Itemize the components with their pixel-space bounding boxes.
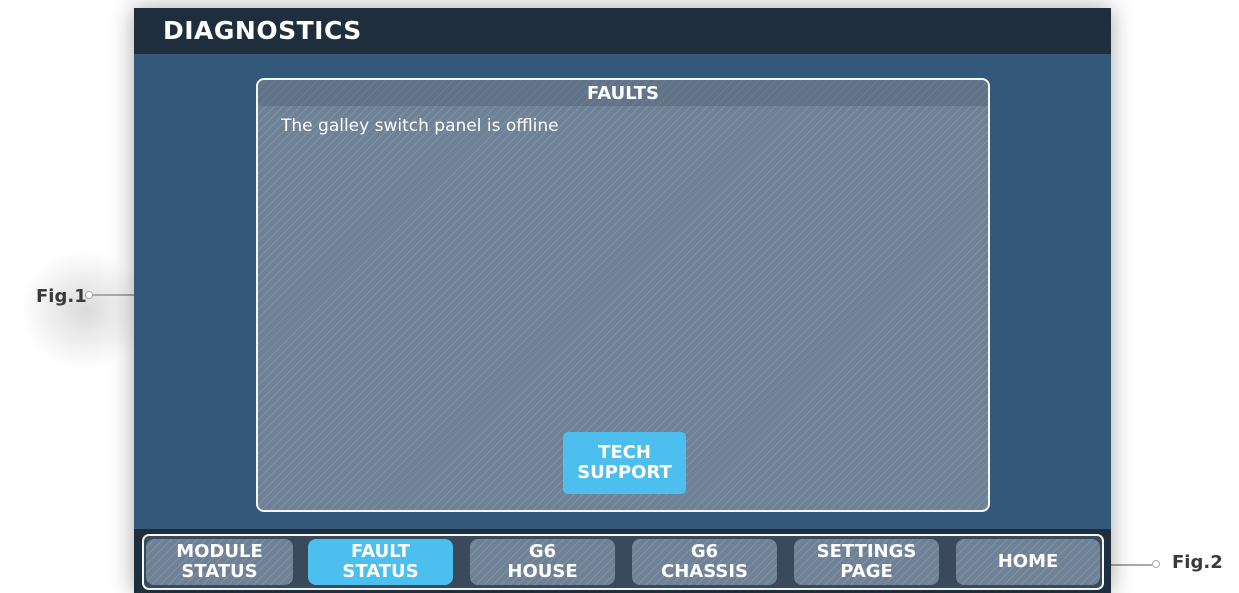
faults-header: FAULTS <box>258 80 988 106</box>
tech-support-label-line1: TECH <box>598 442 651 463</box>
nav-label-line1: MODULE <box>176 541 263 562</box>
fig2-callout-line <box>1104 564 1152 566</box>
faults-panel: FAULTS The galley switch panel is offlin… <box>256 78 990 512</box>
nav-module-status-button[interactable]: MODULE STATUS <box>146 539 293 585</box>
nav-settings-page-button[interactable]: SETTINGS PAGE <box>794 539 939 585</box>
nav-label-line1: G6 <box>690 541 719 562</box>
nav-label-line1: G6 <box>528 541 557 562</box>
fig2-callout-dot <box>1152 560 1160 568</box>
nav-label-line2: CHASSIS <box>661 561 748 582</box>
shadow-decoration <box>20 250 150 370</box>
faults-title: FAULTS <box>587 83 659 104</box>
tech-support-label-line2: SUPPORT <box>577 462 672 483</box>
nav-label-line1: FAULT <box>351 541 410 562</box>
header-bar: DIAGNOSTICS <box>134 8 1111 54</box>
fig1-label: Fig.1 <box>36 286 87 307</box>
footer-bar: MODULE STATUS FAULT STATUS G6 HOUSE G6 C… <box>134 529 1111 593</box>
nav-fault-status-button[interactable]: FAULT STATUS <box>308 539 453 585</box>
nav-label-line2: STATUS <box>342 561 419 582</box>
bottom-nav: MODULE STATUS FAULT STATUS G6 HOUSE G6 C… <box>142 534 1104 590</box>
fault-list-item: The galley switch panel is offline <box>281 116 559 136</box>
fig1-callout-dot <box>85 291 93 299</box>
diagnostics-screen: DIAGNOSTICS FAULTS The galley switch pan… <box>134 8 1111 593</box>
fig2-label: Fig.2 <box>1172 552 1223 573</box>
nav-label-line2: PAGE <box>840 561 893 582</box>
page-title: DIAGNOSTICS <box>163 16 362 45</box>
nav-g6-house-button[interactable]: G6 HOUSE <box>470 539 615 585</box>
nav-label-line2: STATUS <box>181 561 258 582</box>
nav-label-line2: HOUSE <box>507 561 578 582</box>
nav-label-line1: HOME <box>997 551 1059 572</box>
nav-g6-chassis-button[interactable]: G6 CHASSIS <box>632 539 777 585</box>
nav-label-line1: SETTINGS <box>816 541 917 562</box>
nav-home-button[interactable]: HOME <box>956 539 1100 585</box>
tech-support-button[interactable]: TECH SUPPORT <box>563 432 686 494</box>
